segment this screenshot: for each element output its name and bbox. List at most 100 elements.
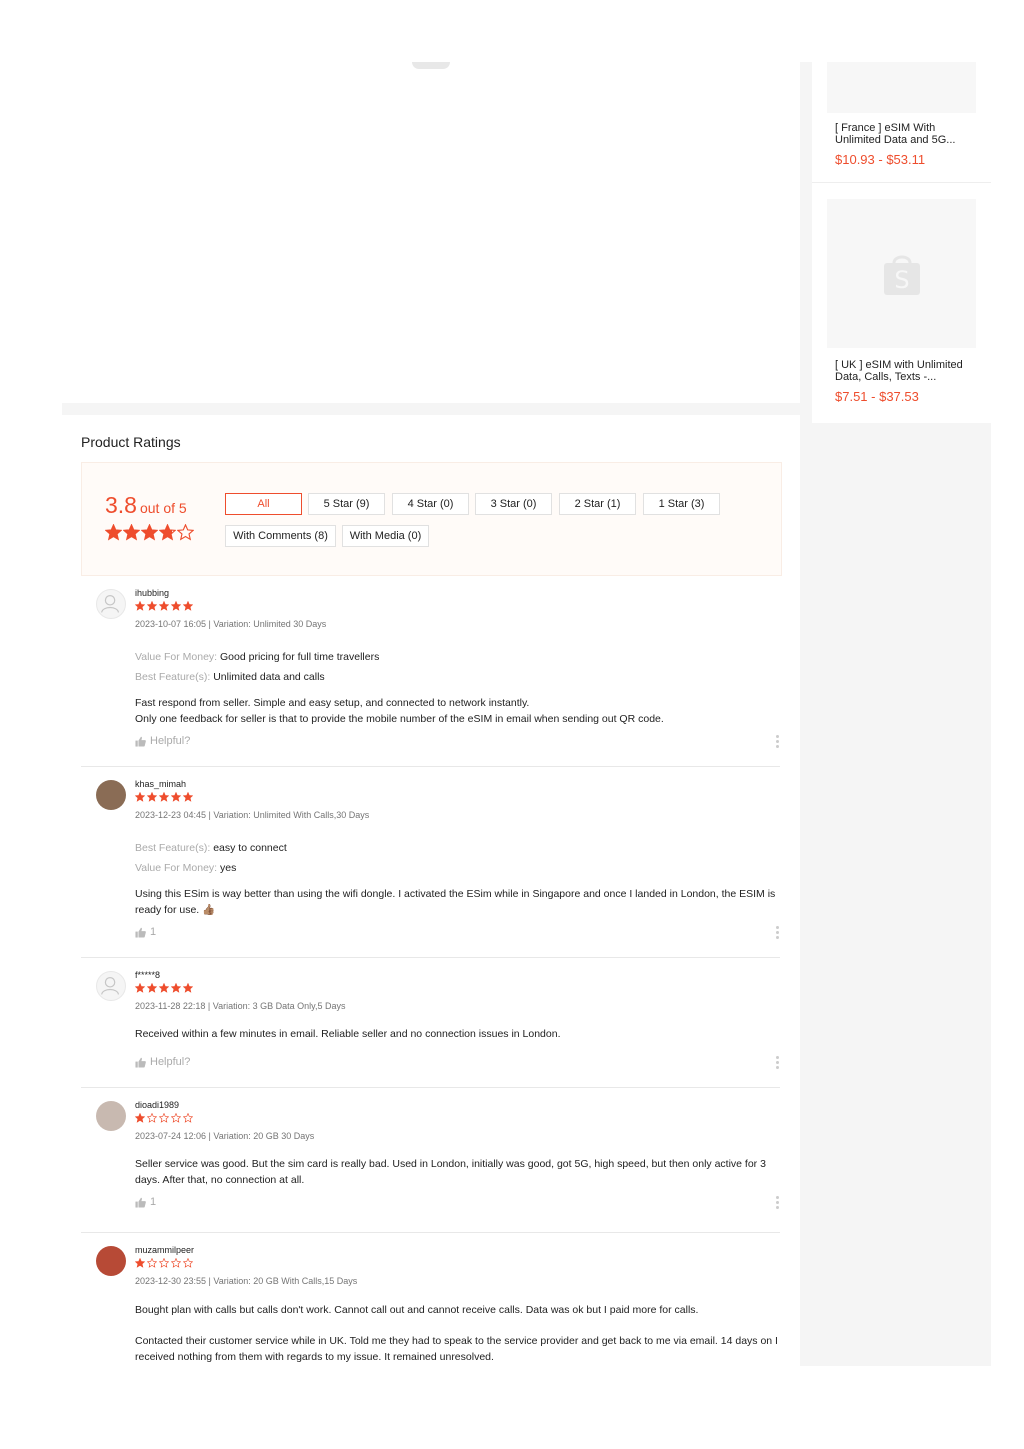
star-icon: [159, 1258, 169, 1268]
attribute-key: Best Feature(s):: [135, 671, 214, 683]
score-suffix: out of 5: [139, 500, 187, 516]
user-icon: [101, 976, 120, 995]
star-icon: [135, 792, 145, 802]
avatar[interactable]: [96, 589, 126, 619]
star-icon: [183, 983, 193, 993]
filter-button[interactable]: 2 Star (1): [559, 493, 636, 515]
review-text: Received within a few minutes in email. …: [135, 1028, 561, 1040]
attribute-value: Unlimited data and calls: [213, 671, 325, 683]
thumbs-up-icon: [135, 927, 146, 938]
attribute-key: Value For Money:: [135, 651, 221, 663]
review-star-rating: [135, 1113, 193, 1123]
image-placeholder-icon: [412, 62, 450, 69]
star-icon: [171, 1113, 181, 1123]
helpful-count: 1: [150, 926, 157, 938]
star-icon: [171, 792, 181, 802]
review-text: Bought plan with calls but calls don't w…: [135, 1304, 778, 1363]
shopee-bag-icon: S: [884, 255, 920, 295]
star-icon: [141, 524, 158, 541]
review-star-rating: [135, 1258, 193, 1268]
helpful-button[interactable]: 1: [135, 1196, 156, 1208]
review-username[interactable]: muzammilpeer: [135, 1245, 194, 1255]
more-options-icon[interactable]: [775, 926, 779, 939]
review-meta: 2023-07-24 12:06 | Variation: 20 GB 30 D…: [135, 1131, 315, 1141]
helpful-button[interactable]: 1: [135, 926, 156, 938]
similar-products-sidebar: [ France ] eSIM With Unlimited Data and …: [812, 62, 991, 423]
filter-button[interactable]: All: [225, 493, 302, 515]
section-divider: [62, 403, 800, 415]
star-icon: [159, 1113, 169, 1123]
review-username[interactable]: dioadi1989: [135, 1100, 179, 1110]
filter-button[interactable]: 1 Star (3): [643, 493, 720, 515]
helpful-button[interactable]: Helpful?: [135, 735, 190, 747]
review-item: muzammilpeer 2023-12-30 23:55 | Variation…: [81, 1232, 780, 1392]
more-options-icon[interactable]: [775, 735, 779, 748]
filter-button[interactable]: 5 Star (9): [308, 493, 385, 515]
star-icon: [147, 601, 157, 611]
star-icon: [135, 983, 145, 993]
review-star-rating: [135, 792, 193, 802]
star-icon: [159, 524, 176, 541]
product-price: $7.51 - $37.53: [835, 389, 919, 404]
ratings-overview: 3.8 out of 5 All 5 Star (9) 4 Star (0) 3 Sta…: [81, 462, 782, 576]
review-username[interactable]: khas_mimah: [135, 779, 186, 789]
user-icon: [101, 594, 120, 613]
review-username[interactable]: ihubbing: [135, 588, 169, 598]
sidebar-product-1[interactable]: [ France ] eSIM With Unlimited Data and …: [812, 62, 991, 183]
product-name[interactable]: [ UK ] eSIM with Unlimited Data, Calls, …: [835, 359, 970, 383]
review-attribute: Best Feature(s): Unlimited data and call…: [135, 671, 325, 683]
review-item: dioadi1989 2023-07-24 12:06 | Variation: …: [81, 1087, 780, 1233]
ratings-title: Product Ratings: [81, 434, 181, 450]
review-meta: 2023-12-30 23:55 | Variation: 20 GB With…: [135, 1276, 358, 1286]
star-icon: [159, 601, 169, 611]
product-name[interactable]: [ France ] eSIM With Unlimited Data and …: [835, 122, 970, 146]
more-options-icon[interactable]: [775, 1196, 779, 1209]
star-icon: [183, 601, 193, 611]
product-image[interactable]: S: [827, 199, 976, 348]
review-star-rating: [135, 601, 193, 611]
rating-score: 3.8 out of 5: [105, 492, 187, 519]
star-icon: [147, 983, 157, 993]
product-description-area: [62, 62, 800, 403]
review-item: f*****8 2023-11-28 22:18 | Variation: 3 G…: [81, 957, 780, 1088]
star-icon: [147, 792, 157, 802]
avatar[interactable]: [96, 1246, 126, 1276]
review-item: ihubbing 2023-10-07 16:05 | Variation: Un…: [81, 575, 780, 767]
score-value: 3.8: [105, 492, 137, 518]
attribute-key: Value For Money:: [135, 862, 221, 874]
review-meta: 2023-10-07 16:05 | Variation: Unlimited …: [135, 619, 327, 629]
review-text: Seller service was good. But the sim car…: [135, 1158, 766, 1186]
star-icon: [123, 524, 140, 541]
review-attribute: Value For Money: Good pricing for full t…: [135, 651, 379, 663]
product-price: $10.93 - $53.11: [835, 152, 926, 167]
avatar[interactable]: [96, 971, 126, 1001]
star-icon: [135, 601, 145, 611]
helpful-count: Helpful?: [150, 1056, 191, 1068]
attribute-value: easy to connect: [213, 842, 287, 854]
star-icon: [147, 1113, 157, 1123]
attribute-value: yes: [220, 862, 237, 874]
star-icon: [171, 1258, 181, 1268]
star-icon: [105, 524, 122, 541]
more-options-icon[interactable]: [775, 1056, 779, 1069]
helpful-button[interactable]: Helpful?: [135, 1056, 190, 1068]
avatar[interactable]: [96, 780, 126, 810]
sidebar-product-2[interactable]: S [ UK ] eSIM with Unlimited Data, Calls…: [812, 183, 991, 423]
star-icon: [183, 792, 193, 802]
review-item: khas_mimah 2023-12-23 04:45 | Variation: …: [81, 766, 780, 958]
filter-button[interactable]: 3 Star (0): [475, 493, 552, 515]
star-icon: [135, 1258, 145, 1268]
svg-text:S: S: [894, 266, 909, 294]
star-icon: [135, 1113, 145, 1123]
attribute-value: Good pricing for full time travellers: [220, 651, 380, 663]
star-icon: [177, 524, 194, 541]
review-username[interactable]: f*****8: [135, 970, 160, 980]
product-image[interactable]: [827, 62, 976, 113]
filter-button[interactable]: With Comments (8): [225, 525, 336, 547]
review-attribute: Value For Money: yes: [135, 862, 236, 874]
avatar[interactable]: [96, 1101, 126, 1131]
review-meta: 2023-12-23 04:45 | Variation: Unlimited …: [135, 810, 370, 820]
review-star-rating: [135, 983, 193, 993]
filter-button[interactable]: 4 Star (0): [392, 493, 469, 515]
filter-button[interactable]: With Media (0): [342, 525, 429, 547]
